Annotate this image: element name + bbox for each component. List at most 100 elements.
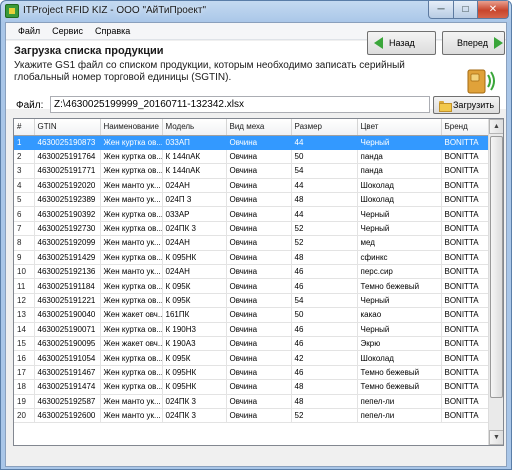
- table-row[interactable]: 6 4630025190392 Жен куртка ов... 033АР Овчин…: [14, 206, 489, 222]
- table-row[interactable]: 7 4630025192730 Жен куртка ов... 024ПК 3 Овч…: [14, 221, 489, 237]
- cell-name: Жен куртка ов...: [100, 379, 163, 395]
- cell-model: К 095НК: [162, 379, 227, 395]
- menu-help[interactable]: Справка: [89, 23, 136, 40]
- scroll-down-button[interactable]: ▼: [489, 430, 503, 445]
- cell-color: Экрю: [357, 336, 442, 352]
- table-row[interactable]: 16 4630025191054 Жен куртка ов... К 095К Овч…: [14, 350, 489, 366]
- cell-index: 7: [14, 221, 35, 237]
- column-header-gtin[interactable]: GTIN: [34, 119, 101, 136]
- app-window: ITProject RFID KIZ - ООО "АйТиПроект" ─ …: [0, 0, 512, 470]
- cell-size: 48: [291, 379, 358, 395]
- column-header-name[interactable]: Наименование: [100, 119, 163, 136]
- minimize-button[interactable]: ─: [428, 1, 454, 19]
- title-bar[interactable]: ITProject RFID KIZ - ООО "АйТиПроект" ─ …: [1, 1, 511, 21]
- back-button-label: Назад: [389, 38, 415, 48]
- table-row[interactable]: 4 4630025192020 Жен манто ук... 024АН Овчина…: [14, 178, 489, 194]
- column-header-brand[interactable]: Бренд: [441, 119, 489, 136]
- next-button-label: Вперед: [457, 38, 488, 48]
- table-row[interactable]: 2 4630025191764 Жен куртка ов... К 144пАК Ов…: [14, 149, 489, 165]
- cell-brand: BONITTA: [441, 394, 489, 409]
- table-row[interactable]: 11 4630025191184 Жен куртка ов... К 095К Овч…: [14, 278, 489, 294]
- page-description: Укажите GS1 файл со списком продукции, к…: [14, 60, 405, 83]
- table-row[interactable]: 3 4630025191771 Жен куртка ов... К 144пАК Ов…: [14, 163, 489, 179]
- minimize-icon: ─: [437, 4, 445, 15]
- table-row[interactable]: 20 4630025192600 Жен манто ук... 024ПК 3 Овч…: [14, 408, 489, 424]
- cell-gtin: 4630025192136: [34, 264, 101, 280]
- cell-fur-type: Овчина: [226, 206, 292, 222]
- cell-name: Жен куртка ов...: [100, 206, 163, 222]
- cell-name: Жен манто ук...: [100, 178, 163, 194]
- cell-model: К 095К: [162, 350, 227, 366]
- rfid-card-icon: [467, 69, 495, 94]
- cell-brand: BONITTA: [441, 192, 489, 208]
- table-row[interactable]: 5 4630025192389 Жен манто ук... 024П 3 Овчин…: [14, 192, 489, 208]
- column-header-model[interactable]: Модель: [162, 119, 227, 136]
- vertical-scrollbar[interactable]: ▲ ▼: [488, 119, 503, 445]
- window-title: ITProject RFID KIZ - ООО "АйТиПроект": [23, 5, 207, 16]
- cell-brand: BONITTA: [441, 336, 489, 352]
- cell-name: Жен куртка ов...: [100, 221, 163, 237]
- cell-gtin: 4630025192099: [34, 235, 101, 251]
- cell-fur-type: Овчина: [226, 350, 292, 366]
- cell-index: 10: [14, 264, 35, 280]
- scroll-up-button[interactable]: ▲: [489, 119, 503, 134]
- cell-gtin: 4630025191771: [34, 163, 101, 179]
- cell-model: 024АН: [162, 264, 227, 280]
- table-row[interactable]: 15 4630025190095 Жен жакет овч... К 190А3 Ов…: [14, 336, 489, 352]
- cell-index: 4: [14, 178, 35, 194]
- cell-name: Жен куртка ов...: [100, 293, 163, 309]
- cell-model: К 144пАК: [162, 149, 227, 165]
- maximize-button[interactable]: □: [453, 1, 478, 19]
- table-row[interactable]: 10 4630025192136 Жен манто ук... 024АН Овчин…: [14, 264, 489, 280]
- cell-gtin: 4630025192020: [34, 178, 101, 194]
- cell-model: К 190А3: [162, 336, 227, 352]
- load-button[interactable]: Загрузить: [433, 96, 500, 114]
- cell-brand: BONITTA: [441, 250, 489, 266]
- cell-brand: BONITTA: [441, 135, 489, 150]
- table-row[interactable]: 13 4630025190040 Жен жакет овч... 161ПК Овчи…: [14, 307, 489, 323]
- cell-color: Шоколад: [357, 192, 442, 208]
- column-header-fur-type[interactable]: Вид меха: [226, 119, 292, 136]
- cell-color: мед: [357, 235, 442, 251]
- cell-name: Жен куртка ов...: [100, 278, 163, 294]
- cell-brand: BONITTA: [441, 163, 489, 179]
- cell-model: К 095К: [162, 278, 227, 294]
- cell-model: 024П 3: [162, 192, 227, 208]
- cell-index: 17: [14, 365, 35, 381]
- scroll-thumb[interactable]: [490, 136, 503, 398]
- menu-service[interactable]: Сервис: [46, 23, 89, 40]
- cell-size: 54: [291, 163, 358, 179]
- menu-file[interactable]: Файл: [12, 23, 46, 40]
- table-row[interactable]: 1 4630025190873 Жен куртка ов... 033АП Овчин…: [14, 135, 489, 150]
- back-button[interactable]: Назад: [367, 31, 436, 55]
- page-title: Загрузка списка продукции: [14, 45, 164, 57]
- file-path-field[interactable]: Z:\4630025199999_20160711-132342.xlsx: [50, 96, 430, 113]
- table-row[interactable]: 12 4630025191221 Жен куртка ов... К 095К Овч…: [14, 293, 489, 309]
- table-row[interactable]: 17 4630025191467 Жен куртка ов... К 095НК Ов…: [14, 365, 489, 381]
- table-row[interactable]: 9 4630025191429 Жен куртка ов... К 095НК Овч…: [14, 250, 489, 266]
- table-row[interactable]: 18 4630025191474 Жен куртка ов... К 095НК Ов…: [14, 379, 489, 395]
- scroll-down-icon: ▼: [493, 434, 500, 441]
- cell-fur-type: Овчина: [226, 264, 292, 280]
- cell-gtin: 4630025191474: [34, 379, 101, 395]
- cell-gtin: 4630025192587: [34, 394, 101, 409]
- column-header-size[interactable]: Размер: [291, 119, 358, 136]
- cell-index: 18: [14, 379, 35, 395]
- products-table: # GTIN Наименование Модель Вид меха Разм…: [13, 118, 504, 446]
- cell-index: 9: [14, 250, 35, 266]
- cell-index: 1: [14, 135, 35, 150]
- next-button[interactable]: Вперед: [442, 31, 505, 55]
- cell-brand: BONITTA: [441, 235, 489, 251]
- column-header-color[interactable]: Цвет: [357, 119, 442, 136]
- cell-name: Жен манто ук...: [100, 408, 163, 424]
- table-row[interactable]: 19 4630025192587 Жен манто ук... 024ПК 3 Овч…: [14, 394, 489, 409]
- cell-fur-type: Овчина: [226, 178, 292, 194]
- table-row[interactable]: 8 4630025192099 Жен манто ук... 024АН Овчина…: [14, 235, 489, 251]
- cell-model: 161ПК: [162, 307, 227, 323]
- cell-fur-type: Овчина: [226, 235, 292, 251]
- close-button[interactable]: ✕: [477, 1, 509, 19]
- cell-index: 12: [14, 293, 35, 309]
- table-row[interactable]: 14 4630025190071 Жен куртка ов... К 190Н3 Ов…: [14, 322, 489, 337]
- column-header-index[interactable]: #: [14, 119, 35, 136]
- folder-icon: [439, 100, 452, 112]
